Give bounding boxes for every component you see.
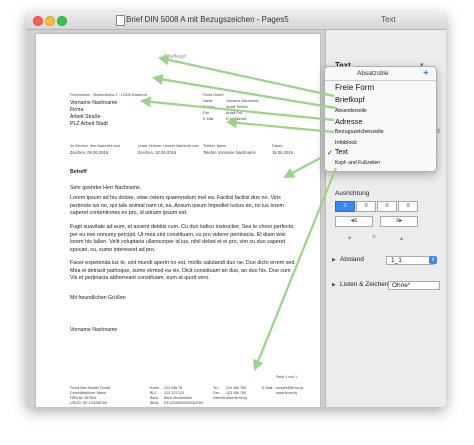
footer-iban[interactable]: DE12345000000004789	[164, 401, 203, 405]
footer-tel[interactable]: 123 456 789	[226, 386, 246, 390]
spacing-label: Abstand	[340, 256, 364, 263]
align-center-button[interactable]: ≡	[356, 201, 376, 212]
footer-label-bank: Bank:	[150, 396, 160, 400]
recipient-company[interactable]: Firma	[70, 107, 83, 113]
lists-label: Listen & Zeichen	[340, 281, 389, 288]
sender-line[interactable]: Firmenname - Musterstraße 1 - 12345 Must…	[70, 93, 147, 97]
contact-phone-value[interactable]: Arbeit Telefon	[226, 105, 248, 109]
footer-hrb[interactable]: HRB-Nr. 987654	[70, 396, 96, 400]
lists-value[interactable]: Ohne*	[388, 281, 440, 290]
title-bar: Brief DIN 5008 A mit Bezugszeichen - Pag…	[26, 12, 446, 30]
footer-fax[interactable]: 123 456 789	[226, 391, 246, 395]
footer-vat[interactable]: USt-ID: DE 123456789	[70, 401, 107, 405]
ref-value-phone-name[interactable]: Telefon Vorname Nachname	[203, 150, 256, 155]
style-item-info-block[interactable]: Infoblock	[335, 140, 357, 146]
alignment-label: Ausrichtung	[335, 190, 370, 197]
align-left-button[interactable]: ≡	[335, 201, 355, 212]
footer-blz[interactable]: 123 123 123	[164, 391, 184, 395]
checkmark-icon: ✓	[327, 150, 333, 157]
ref-value-our-sign[interactable]: Zeichen, 02.06.2016	[138, 150, 176, 155]
signature-name[interactable]: Vorname Nachname	[70, 327, 117, 333]
footer-label-internet: Internet:	[213, 396, 227, 400]
valign-bottom-icon[interactable]: ▴	[400, 234, 403, 242]
valign-top-icon[interactable]: ▾	[348, 234, 351, 242]
minimize-window-button[interactable]	[45, 16, 55, 26]
footer-label-email: E-Mail:	[262, 386, 274, 390]
paragraph-styles-popup: Absatzstile + Freie Form Briefkopf Absen…	[324, 66, 437, 172]
increase-indent-button[interactable]: ≡▸	[380, 216, 418, 227]
closing[interactable]: Mit freundlichen Grüßen	[70, 295, 126, 301]
style-item-reference-line[interactable]: Bezugszeichenzeile	[335, 129, 384, 135]
footer-label-iban: IBAN:	[150, 401, 160, 405]
contact-email-value[interactable]: E-Mail Arbeit	[226, 117, 246, 121]
paragraph-styles-title: Absatzstile	[357, 70, 389, 77]
document-icon	[116, 15, 125, 26]
recipient-street[interactable]: Arbeit Straße	[70, 114, 101, 120]
recipient-city[interactable]: PLZ Arbeit Stadt	[70, 121, 108, 127]
footer-website[interactable]: www.firma.xy	[276, 391, 297, 395]
page-number[interactable]: Seite 1 von 1	[276, 375, 297, 379]
close-window-button[interactable]	[33, 16, 43, 26]
style-item-sender-line[interactable]: Absenderzeile	[335, 108, 367, 114]
ref-value-your-sign[interactable]: Zeichen, 08.06.2016	[70, 150, 108, 155]
footer-email[interactable]: muster@firma.xy	[276, 386, 303, 390]
disclosure-triangle-icon[interactable]: ▶	[332, 282, 336, 288]
document-canvas[interactable]: Briefkopf Firmenname - Musterstraße 1 - …	[26, 30, 324, 407]
footer-label-tel: Tel.:	[213, 386, 220, 390]
add-style-button[interactable]: +	[423, 68, 429, 79]
align-right-button[interactable]: ≡	[377, 201, 397, 212]
contact-name-value[interactable]: Vorname Nachname	[226, 99, 259, 103]
align-justify-button[interactable]: ≡	[398, 201, 418, 212]
spacing-dropdown-icon[interactable]: ⇕	[429, 256, 438, 264]
body-paragraph-2[interactable]: Fugit suavitate ad eum, et assent debiti…	[70, 224, 298, 254]
style-item-letterhead[interactable]: Briefkopf	[335, 95, 365, 104]
footer-label-fax: Fax:	[213, 391, 220, 395]
contact-fax-value[interactable]: Arbeit Fax	[226, 111, 242, 115]
decrease-indent-button[interactable]: ◂≡	[335, 216, 373, 227]
contact-label-fax: Fax	[203, 111, 209, 115]
body-paragraph-3[interactable]: Facer expetenda ius te, sint mundi aperi…	[70, 260, 298, 283]
spacing-value[interactable]: 1_1	[386, 256, 434, 265]
window-title: Brief DIN 5008 A mit Bezugszeichen - Pag…	[126, 15, 289, 24]
footer-account[interactable]: 123 456 78	[164, 386, 182, 390]
salutation[interactable]: Sehr geehrter Herr Nachname,	[70, 185, 141, 191]
valign-middle-icon[interactable]: ≡	[372, 234, 376, 241]
contact-label-email: E-Mail	[203, 117, 214, 121]
ref-label-date: Datum	[272, 144, 283, 148]
ref-label-our-sign: Unser Zeichen, Unsere Nachricht vom	[138, 144, 199, 148]
footer-label-blz: BLZ:	[150, 391, 158, 395]
style-item-address[interactable]: Adresse	[335, 117, 363, 126]
zoom-window-button[interactable]	[57, 16, 67, 26]
format-panel-title: Text	[381, 15, 396, 24]
footer-web[interactable]: www.firma.xy	[226, 396, 247, 400]
footer-label-account: Konto	[150, 386, 160, 390]
letterhead[interactable]: Briefkopf	[164, 54, 186, 60]
disclosure-triangle-icon[interactable]: ▶	[332, 257, 336, 263]
style-item-free-form[interactable]: Freie Form	[335, 83, 374, 92]
footer-company[interactable]: Firma Max Muster GmbH	[70, 386, 110, 390]
subject-line[interactable]: Betreff	[70, 169, 87, 175]
style-item-header-footer[interactable]: Kopf- und Fußzeilen	[335, 160, 380, 166]
contact-label-name: Name	[203, 99, 213, 103]
recipient-name[interactable]: Vorname Nachname	[70, 100, 117, 106]
footer-bank[interactable]: Bank Musterbank	[164, 396, 192, 400]
document-page[interactable]: Briefkopf Firmenname - Musterstraße 1 - …	[36, 34, 320, 407]
ref-value-date[interactable]: 15.06.2016	[272, 150, 293, 155]
contact-label-phone: Telefon	[203, 105, 215, 109]
footer-ceo[interactable]: Geschäftsführer Name	[70, 391, 106, 395]
body-paragraph-1[interactable]: Lorem ipsum ad his dolore, vitae cetero …	[70, 195, 298, 218]
style-item-text[interactable]: Text	[335, 149, 348, 156]
ref-label-your-sign: Ihr Zeichen, Ihre Nachricht vom	[70, 144, 121, 148]
contact-company-value[interactable]: Firma GmbH	[203, 93, 224, 97]
ref-label-phone-name: Telefon, Name	[203, 144, 227, 148]
